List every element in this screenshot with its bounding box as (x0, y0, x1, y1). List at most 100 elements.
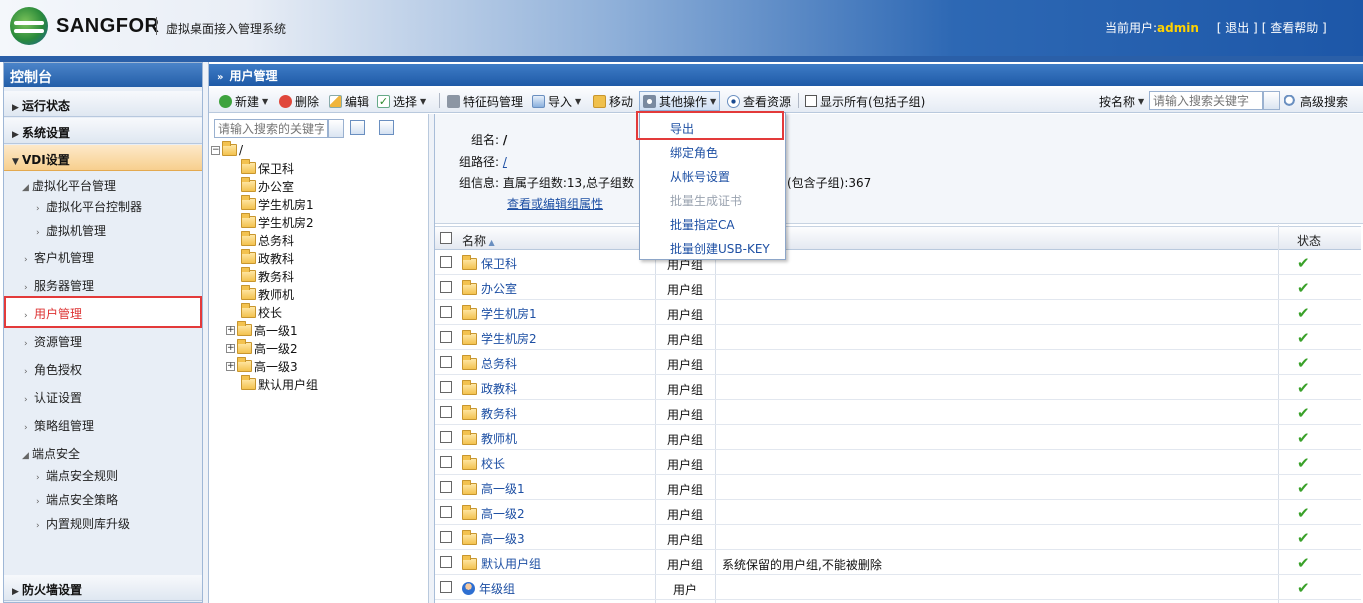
table-row[interactable]: 学生机房2 用户组 ✔ (435, 325, 1361, 350)
table-row[interactable]: 高一级1 用户组 ✔ (435, 475, 1361, 500)
tree-node[interactable]: + 高一级2 (226, 339, 298, 357)
table-row[interactable]: 年级组 用户 ✔ (435, 575, 1361, 600)
tree-node[interactable]: + 高一级1 (226, 321, 298, 339)
menu-item-from-account[interactable]: 从帐号设置 (670, 168, 730, 185)
sidebar-item-endpoint-policy[interactable]: › 端点安全策略 (4, 491, 202, 515)
column-header-status[interactable]: 状态 (1297, 232, 1321, 249)
select-all-checkbox[interactable] (440, 232, 452, 244)
row-name-link[interactable]: 总务科 (481, 355, 517, 372)
sidebar-section-status[interactable]: ▶ 运行状态 (4, 91, 202, 117)
row-name-link[interactable]: 高一级3 (481, 530, 525, 547)
row-checkbox[interactable] (440, 481, 452, 493)
other-ops-button[interactable]: 其他操作 ▼ (639, 91, 721, 111)
move-button[interactable]: 移动 (593, 92, 633, 110)
row-name-link[interactable]: 学生机房2 (481, 330, 537, 347)
table-row[interactable]: 教师机 用户组 ✔ (435, 425, 1361, 450)
row-checkbox[interactable] (440, 431, 452, 443)
tree-node[interactable]: 教务科 (241, 267, 294, 285)
row-name-link[interactable]: 教师机 (481, 430, 517, 447)
import-button[interactable]: 导入 ▼ (532, 92, 581, 110)
table-row[interactable]: 高一级2 用户组 ✔ (435, 500, 1361, 525)
sidebar-item-virt-ctrl[interactable]: › 虚拟化平台控制器 (4, 198, 202, 222)
show-all-toggle[interactable]: 显示所有(包括子组) (805, 92, 925, 110)
tree-expand-icon[interactable] (379, 120, 394, 135)
row-name-link[interactable]: 校长 (481, 455, 505, 472)
row-checkbox[interactable] (440, 256, 452, 268)
menu-item-batch-ca[interactable]: 批量指定CA (670, 216, 735, 233)
tree-node[interactable]: 默认用户组 (241, 375, 318, 393)
search-icon[interactable] (328, 119, 344, 138)
row-name-link[interactable]: 高一级1 (481, 480, 525, 497)
table-row[interactable]: 政教科 用户组 ✔ (435, 375, 1361, 400)
sidebar-item-rule-upgrade[interactable]: › 内置规则库升级 (4, 515, 202, 539)
table-row[interactable]: 默认用户组 用户组 系统保留的用户组,不能被删除 ✔ (435, 550, 1361, 575)
tree-node[interactable]: 校长 (241, 303, 282, 321)
sidebar-section-vdi[interactable]: ▼ VDI设置 (4, 145, 202, 171)
row-name-link[interactable]: 年级组 (479, 580, 515, 597)
sidebar-section-system[interactable]: ▶ 系统设置 (4, 118, 202, 144)
row-checkbox[interactable] (440, 556, 452, 568)
row-checkbox[interactable] (440, 306, 452, 318)
row-checkbox[interactable] (440, 531, 452, 543)
search-by-select[interactable]: 按名称 ▼ (1099, 92, 1144, 110)
sidebar-item-endpoint-security[interactable]: ◢ 端点安全 (4, 445, 202, 469)
column-header-name[interactable]: 名称 ▲ (462, 232, 495, 249)
sidebar-item-vm-mgmt[interactable]: › 虚拟机管理 (4, 222, 202, 246)
table-row[interactable]: 学生机房1 用户组 ✔ (435, 300, 1361, 325)
sidebar-item-user-mgmt[interactable]: › 用户管理 (4, 296, 202, 328)
show-all-checkbox[interactable] (805, 95, 817, 107)
sidebar-item-resource-mgmt[interactable]: › 资源管理 (4, 333, 202, 357)
tree-search-input[interactable] (214, 119, 328, 138)
table-row[interactable]: 教务科 用户组 ✔ (435, 400, 1361, 425)
table-row[interactable]: 高一级3 用户组 ✔ (435, 525, 1361, 550)
row-name-link[interactable]: 高一级2 (481, 505, 525, 522)
row-name-link[interactable]: 办公室 (481, 280, 517, 297)
help-link[interactable]: [ 查看帮助 ] (1262, 21, 1327, 35)
edit-button[interactable]: 编辑 (329, 92, 369, 110)
row-checkbox[interactable] (440, 406, 452, 418)
row-name-link[interactable]: 保卫科 (481, 255, 517, 272)
expand-icon[interactable]: + (226, 325, 235, 335)
tree-node[interactable]: 学生机房2 (241, 213, 314, 231)
tree-node[interactable]: 保卫科 (241, 159, 294, 177)
table-row[interactable]: 办公室 用户组 ✔ (435, 275, 1361, 300)
tree-refresh-icon[interactable] (350, 120, 365, 135)
sidebar-item-auth-settings[interactable]: › 认证设置 (4, 389, 202, 413)
row-name-link[interactable]: 学生机房1 (481, 305, 537, 322)
tree-node[interactable]: 总务科 (241, 231, 294, 249)
sidebar-item-endpoint-rules[interactable]: › 端点安全规则 (4, 467, 202, 491)
expand-icon[interactable]: + (226, 343, 235, 353)
row-name-link[interactable]: 教务科 (481, 405, 517, 422)
sidebar-item-role-auth[interactable]: › 角色授权 (4, 361, 202, 385)
table-row[interactable]: 校长 用户组 ✔ (435, 450, 1361, 475)
row-checkbox[interactable] (440, 506, 452, 518)
row-checkbox[interactable] (440, 381, 452, 393)
tree-node[interactable]: + 高一级3 (226, 357, 298, 375)
row-checkbox[interactable] (440, 356, 452, 368)
expand-icon[interactable]: + (226, 361, 235, 371)
tree-node[interactable]: 学生机房1 (241, 195, 314, 213)
tree-node[interactable]: 办公室 (241, 177, 294, 195)
feature-code-button[interactable]: 特征码管理 (447, 92, 523, 110)
row-name-link[interactable]: 默认用户组 (481, 555, 541, 572)
view-resources-button[interactable]: 查看资源 (727, 92, 791, 110)
tree-node-root[interactable]: − / (211, 141, 243, 159)
group-path-link[interactable]: / (503, 155, 507, 169)
sidebar-section-firewall[interactable]: ▶ 防火墙设置 (4, 575, 202, 601)
select-button[interactable]: ✓ 选择 ▼ (377, 92, 426, 110)
tree-node[interactable]: 教师机 (241, 285, 294, 303)
edit-group-link[interactable]: 查看或编辑组属性 (507, 195, 603, 212)
sidebar-item-policy-mgmt[interactable]: › 策略组管理 (4, 417, 202, 441)
search-icon[interactable] (1263, 91, 1280, 110)
menu-item-batch-usbkey[interactable]: 批量创建USB-KEY (670, 240, 770, 257)
delete-button[interactable]: 删除 (279, 92, 319, 110)
new-button[interactable]: 新建 ▼ (219, 92, 268, 110)
sidebar-item-client-mgmt[interactable]: › 客户机管理 (4, 249, 202, 273)
logout-link[interactable]: [ 退出 ] (1217, 21, 1258, 35)
main-search-input[interactable] (1149, 91, 1263, 110)
row-checkbox[interactable] (440, 331, 452, 343)
row-checkbox[interactable] (440, 456, 452, 468)
row-checkbox[interactable] (440, 581, 452, 593)
menu-item-bind-role[interactable]: 绑定角色 (670, 144, 718, 161)
advanced-search-button[interactable]: 高级搜索 (1284, 92, 1348, 110)
